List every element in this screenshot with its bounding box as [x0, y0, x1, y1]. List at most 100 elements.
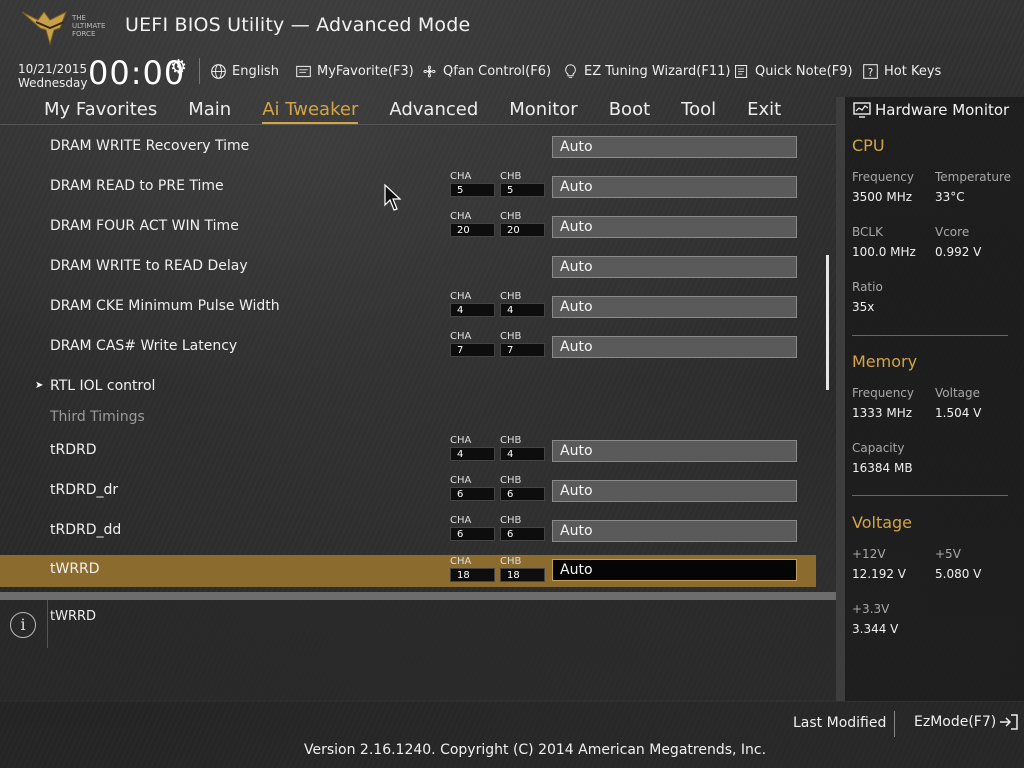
setting-label: DRAM CKE Minimum Pulse Width	[50, 298, 280, 314]
channel-a: CHA 6	[450, 475, 495, 501]
memory-voltage-value: 1.504 V	[935, 406, 982, 420]
channel-a-label: CHA	[450, 515, 472, 526]
setting-value-field[interactable]: Auto	[552, 480, 797, 502]
ratio-label: Ratio	[852, 280, 883, 294]
globe-icon	[211, 64, 226, 79]
channel-a-label: CHA	[450, 291, 472, 302]
qfan-button[interactable]: Qfan Control(F6)	[421, 63, 551, 80]
bclk-value: 100.0 MHz	[852, 245, 916, 259]
info-divider	[47, 600, 48, 648]
channel-b: CHB 6	[500, 515, 545, 541]
help-icon: ?	[863, 64, 878, 79]
quick-note-button[interactable]: Quick Note(F9)	[733, 63, 853, 80]
setting-value-field[interactable]: Auto	[552, 440, 797, 462]
favorite-icon	[296, 65, 311, 78]
tab-main[interactable]: Main	[188, 99, 231, 124]
copyright: Version 2.16.1240. Copyright (C) 2014 Am…	[304, 742, 767, 758]
v5-value: 5.080 V	[935, 567, 982, 581]
scrollbar-thumb[interactable]	[826, 255, 829, 390]
date: 10/21/2015	[18, 62, 88, 76]
weekday: Wednesday	[18, 76, 88, 90]
divider	[199, 58, 200, 84]
setting-row[interactable]: tRDRD CHA 4 CHB 4 Auto	[0, 432, 816, 470]
cpu-heading: CPU	[852, 136, 885, 155]
ez-tuning-button[interactable]: EZ Tuning Wizard(F11)	[562, 63, 730, 80]
channel-a-value: 7	[450, 343, 495, 357]
note-icon	[735, 65, 748, 78]
tab-ai-tweaker[interactable]: Ai Tweaker	[262, 99, 359, 124]
setting-value-field[interactable]: Auto	[552, 559, 797, 581]
ezmode-button[interactable]: EzMode(F7)	[914, 713, 1019, 731]
hot-keys-label: Hot Keys	[884, 64, 942, 79]
setting-row[interactable]: tRDRD_dd CHA 6 CHB 6 Auto	[0, 512, 816, 550]
setting-value-field[interactable]: Auto	[552, 176, 797, 198]
setting-value-field[interactable]: Auto	[552, 336, 797, 358]
setting-row[interactable]: DRAM WRITE Recovery Time Auto	[0, 128, 816, 166]
channel-b-value: 20	[500, 223, 545, 237]
myfavorite-button[interactable]: MyFavorite(F3)	[295, 63, 414, 80]
channel-b: CHB 5	[500, 171, 545, 197]
channel-a-label: CHA	[450, 435, 472, 446]
tab-exit[interactable]: Exit	[747, 99, 781, 124]
channel-b-label: CHB	[500, 556, 522, 567]
submenu-rtl-iol-control[interactable]: RTL IOL control	[0, 368, 816, 402]
channel-a: CHA 5	[450, 171, 495, 197]
channel-b-label: CHB	[500, 211, 522, 222]
section-header: Third Timings	[50, 409, 145, 425]
capacity-value: 16384 MB	[852, 461, 913, 475]
setting-label: DRAM FOUR ACT WIN Time	[50, 218, 239, 234]
language-button[interactable]: English	[210, 63, 279, 80]
svg-text:?: ?	[868, 68, 873, 79]
info-text: tWRRD	[50, 609, 97, 624]
lightbulb-icon	[565, 64, 576, 78]
v33-value: 3.344 V	[852, 622, 899, 636]
tab-boot[interactable]: Boot	[609, 99, 650, 124]
channel-b-value: 6	[500, 487, 545, 501]
setting-label: DRAM CAS# Write Latency	[50, 338, 238, 354]
setting-row[interactable]: DRAM CKE Minimum Pulse Width CHA 4 CHB 4 A…	[0, 288, 816, 326]
cpu-frequency-label: Frequency	[852, 170, 914, 184]
footer-divider	[894, 711, 895, 737]
nav-divider	[0, 124, 836, 125]
setting-value-field[interactable]: Auto	[552, 136, 797, 158]
setting-row[interactable]: DRAM CAS# Write Latency CHA 7 CHB 7 Auto	[0, 328, 816, 366]
cpu-temperature-label: Temperature	[935, 170, 1012, 184]
channel-a-value: 6	[450, 527, 495, 541]
date-display: 10/21/2015 Wednesday	[18, 62, 87, 90]
channel-a-value: 18	[450, 568, 495, 582]
gear-icon[interactable]: ⚙	[170, 56, 187, 78]
tab-my-favorites[interactable]: My Favorites	[44, 99, 157, 124]
setting-row[interactable]: tRDRD_dr CHA 6 CHB 6 Auto	[0, 472, 816, 510]
last-modified-button[interactable]: Last Modified	[793, 715, 886, 731]
hw-divider	[852, 335, 1008, 336]
setting-row[interactable]: DRAM READ to PRE Time CHA 5 CHB 5 Auto	[0, 168, 816, 206]
setting-value-field[interactable]: Auto	[552, 256, 797, 278]
v33-label: +3.3V	[852, 602, 890, 616]
setting-value-field[interactable]: Auto	[552, 520, 797, 542]
tab-monitor[interactable]: Monitor	[509, 99, 577, 124]
tab-tool[interactable]: Tool	[681, 99, 716, 124]
tab-advanced[interactable]: Advanced	[389, 99, 478, 124]
setting-value-field[interactable]: Auto	[552, 216, 797, 238]
info-panel	[0, 600, 837, 700]
v12-label: +12V	[852, 547, 886, 561]
setting-value-field[interactable]: Auto	[552, 296, 797, 318]
channel-a-label: CHA	[450, 556, 472, 567]
setting-row-selected[interactable]: tWRRD CHA 18 CHB 18 Auto	[0, 555, 816, 587]
hardware-monitor-label: Hardware Monitor	[875, 101, 1010, 119]
channel-b: CHB 20	[500, 211, 545, 237]
myfavorite-label: MyFavorite(F3)	[317, 64, 414, 79]
memory-heading: Memory	[852, 352, 918, 371]
setting-row[interactable]: DRAM FOUR ACT WIN Time CHA 20 CHB 20 Auto	[0, 208, 816, 246]
quick-note-label: Quick Note(F9)	[755, 64, 853, 79]
main-nav: My Favorites Main Ai Tweaker Advanced Mo…	[44, 99, 812, 124]
channel-b: CHB 6	[500, 475, 545, 501]
hot-keys-button[interactable]: ? Hot Keys	[862, 63, 941, 80]
memory-frequency-value: 1333 MHz	[852, 406, 913, 420]
channel-a-value: 4	[450, 303, 495, 317]
channel-b-label: CHB	[500, 331, 522, 342]
setting-row[interactable]: DRAM WRITE to READ Delay Auto	[0, 248, 816, 286]
submenu-label: RTL IOL control	[50, 378, 156, 394]
monitor-icon	[853, 102, 871, 118]
language-label: English	[232, 64, 279, 79]
